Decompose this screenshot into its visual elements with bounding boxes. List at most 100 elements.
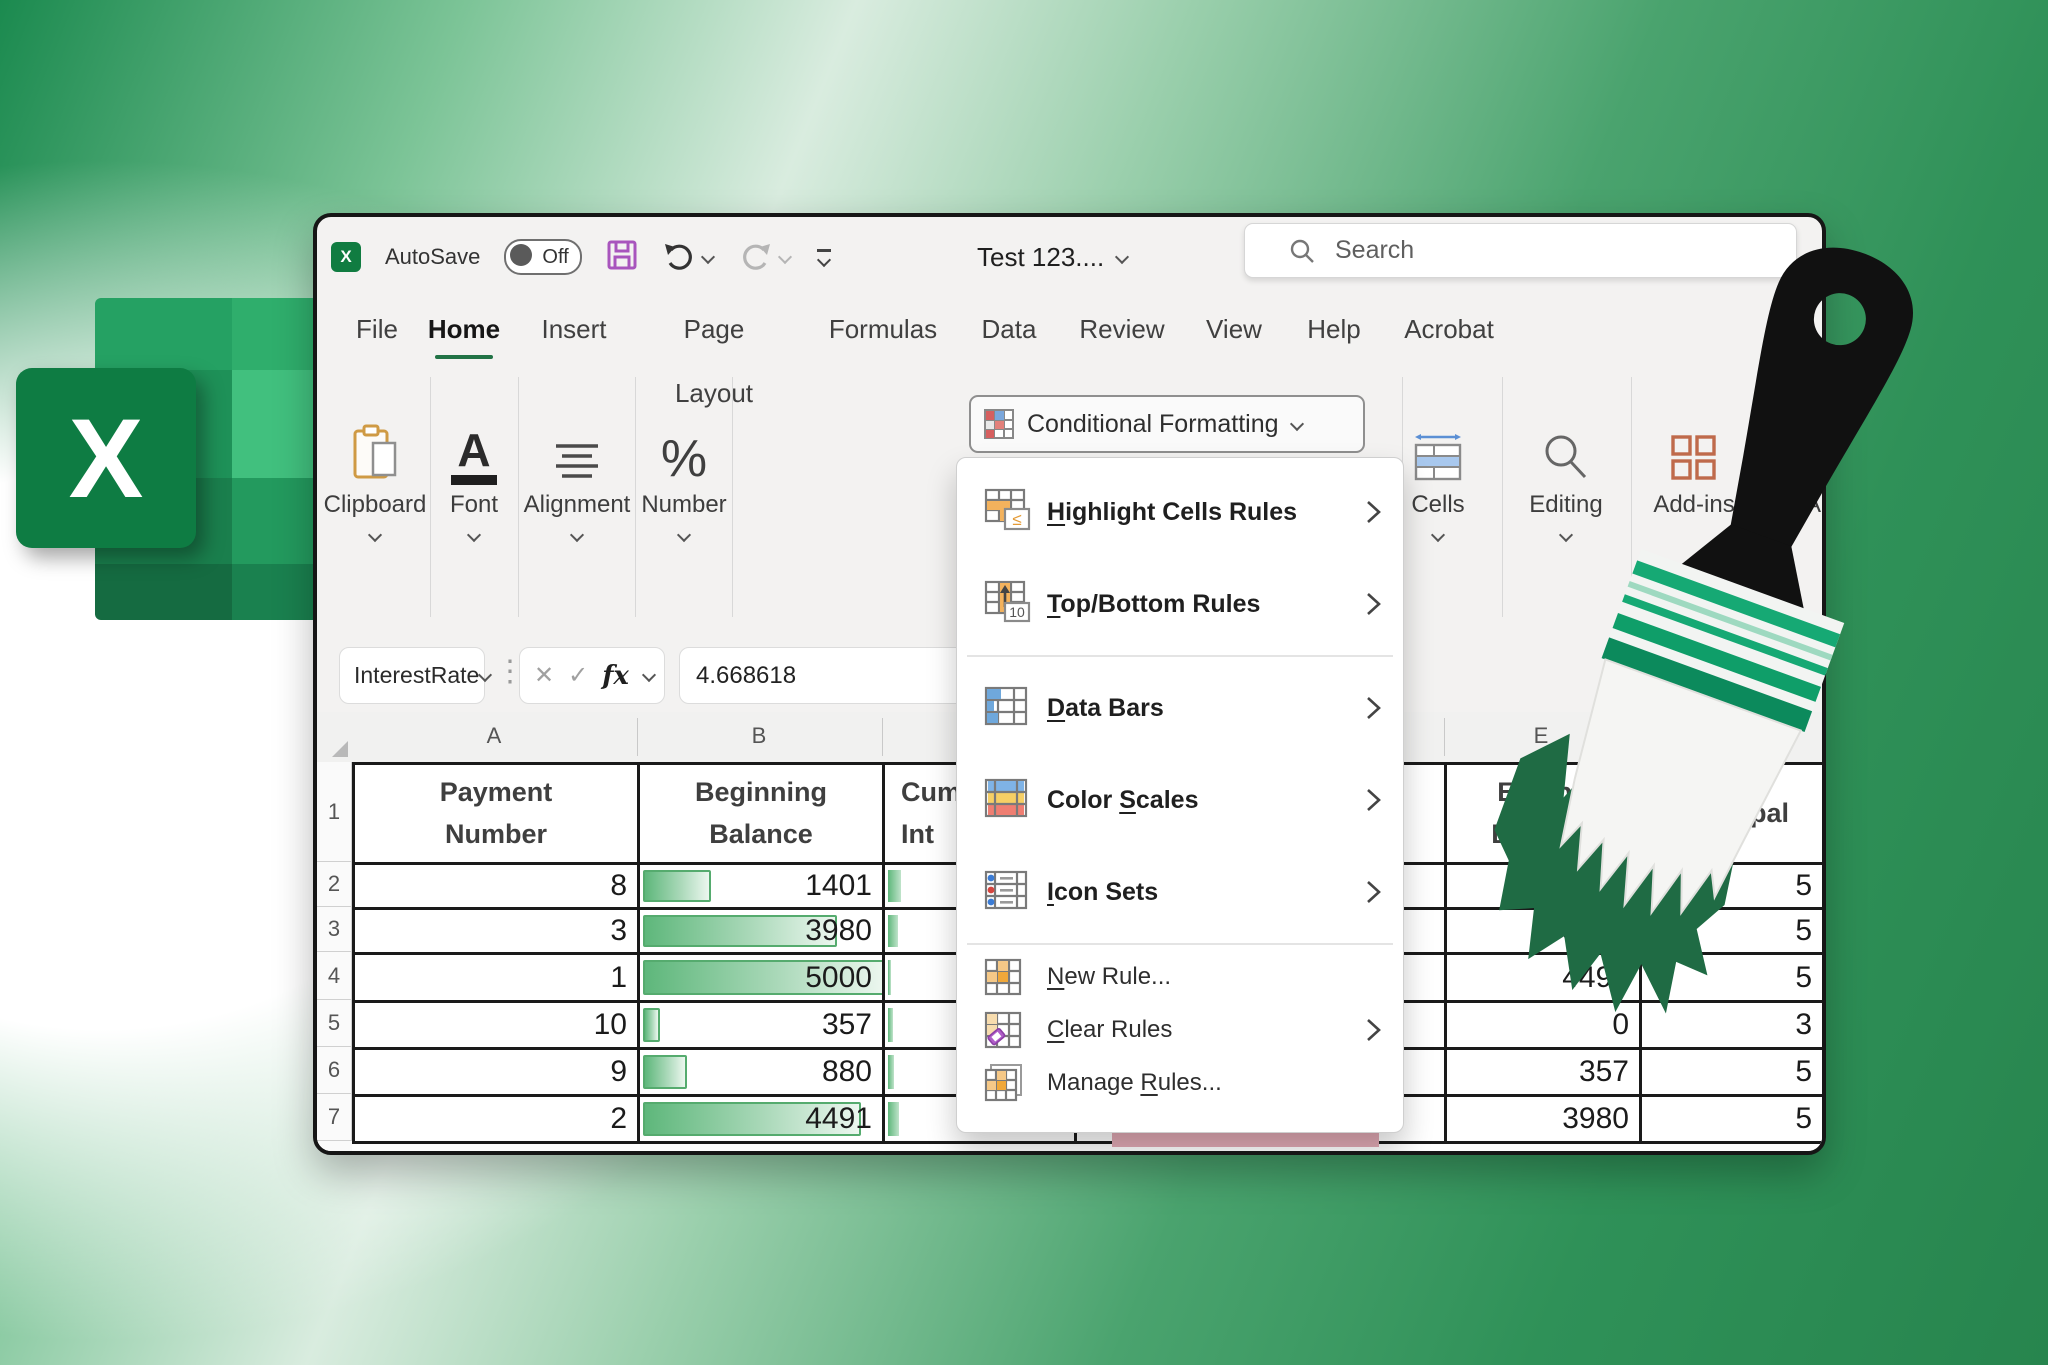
header-line: Payment	[439, 776, 553, 807]
menu-item-new-rule[interactable]: New Rule...	[957, 950, 1403, 1003]
cell-a3[interactable]: 3	[355, 910, 640, 955]
customize-toolbar-icon[interactable]	[816, 249, 834, 265]
column-header-b[interactable]: B	[729, 723, 789, 749]
row-headers: 1 2 3 4 5 6 7	[317, 762, 352, 1151]
redo-button[interactable]	[739, 240, 792, 274]
cells-icon	[1409, 371, 1467, 485]
tab-page-layout[interactable]: Page Layout	[647, 297, 781, 408]
header-line: Number	[444, 818, 547, 849]
menu-item-manage-rules[interactable]: Manage Rules...	[957, 1056, 1403, 1109]
percent-icon: %	[660, 430, 708, 488]
row-header-6[interactable]: 6	[317, 1047, 352, 1094]
submenu-arrow-icon	[1367, 593, 1381, 615]
cell-value: 1401	[805, 869, 872, 902]
tab-file[interactable]: File	[345, 297, 409, 361]
name-box[interactable]: InterestRate	[339, 647, 485, 704]
title-bar: X AutoSave Off Test 123.... Search	[317, 217, 1822, 297]
toggle-knob	[510, 244, 533, 266]
group-font[interactable]: A Font	[434, 371, 514, 546]
fx-chevron-icon	[643, 669, 656, 682]
redo-dropdown-icon[interactable]	[779, 251, 792, 264]
cell-b1[interactable]: Beginning Balance	[640, 765, 885, 865]
save-icon[interactable]	[606, 238, 638, 277]
tab-home[interactable]: Home	[427, 297, 501, 361]
cell-a1[interactable]: Payment Number	[355, 765, 640, 865]
submenu-arrow-icon	[1367, 697, 1381, 719]
ribbon-divider	[518, 377, 519, 617]
font-chevron-icon[interactable]	[468, 529, 481, 542]
cell-b3[interactable]: 3980	[640, 910, 885, 955]
tab-review[interactable]: Review	[1079, 297, 1165, 361]
column-header-a[interactable]: A	[464, 723, 524, 749]
cell-b7[interactable]: 4491	[640, 1097, 885, 1144]
cell-value: 5	[1795, 960, 1812, 994]
cell-b2[interactable]: 1401	[640, 865, 885, 910]
group-label: Alignment	[523, 491, 631, 518]
undo-button[interactable]	[662, 240, 715, 274]
menu-item-label: Data Bars	[1047, 693, 1164, 722]
cells-chevron-icon[interactable]	[1432, 529, 1445, 542]
svg-text:≤: ≤	[1012, 510, 1021, 529]
tab-acrobat[interactable]: Acrobat	[1399, 297, 1499, 361]
conditional-formatting-button[interactable]: Conditional Formatting	[969, 395, 1365, 453]
document-title[interactable]: Test 123....	[977, 217, 1129, 297]
group-clipboard[interactable]: Clipboard	[323, 371, 427, 546]
tab-formulas[interactable]: Formulas	[827, 297, 939, 361]
menu-item-label: Top/Bottom Rules	[1047, 589, 1261, 618]
cell-a4[interactable]: 1	[355, 955, 640, 1003]
group-number[interactable]: % Number	[639, 371, 729, 546]
insert-function-icon[interactable]: fx	[602, 661, 629, 691]
icon-sets-icon	[983, 867, 1047, 917]
cancel-icon[interactable]: ✕	[534, 661, 554, 690]
cell-value: 8	[610, 869, 627, 902]
cell-value: 5000	[805, 960, 872, 994]
enter-icon[interactable]: ✓	[568, 661, 588, 690]
cell-a6[interactable]: 9	[355, 1050, 640, 1097]
menu-item-highlight-cells-rules[interactable]: ≤ Highlight Cells Rules	[957, 466, 1403, 558]
tab-insert[interactable]: Insert	[537, 297, 611, 361]
group-alignment[interactable]: Alignment	[522, 371, 632, 546]
select-all-corner[interactable]	[317, 712, 353, 763]
search-placeholder: Search	[1335, 236, 1415, 264]
row-header-7[interactable]: 7	[317, 1094, 352, 1141]
clipboard-chevron-icon[interactable]	[369, 529, 382, 542]
row-header-3[interactable]: 3	[317, 907, 352, 952]
row-header-5[interactable]: 5	[317, 1000, 352, 1047]
group-label: Clipboard	[323, 491, 427, 518]
row-header-1[interactable]: 1	[317, 762, 352, 862]
row-header-2[interactable]: 2	[317, 862, 352, 907]
menu-item-top-bottom-rules[interactable]: 10 Top/Bottom Rules	[957, 558, 1403, 650]
undo-dropdown-icon[interactable]	[702, 251, 715, 264]
cell-a2[interactable]: 8	[355, 865, 640, 910]
number-chevron-icon[interactable]	[678, 529, 691, 542]
menu-item-icon-sets[interactable]: Icon Sets	[957, 846, 1403, 938]
menu-separator	[967, 943, 1393, 945]
ribbon-divider	[430, 377, 431, 617]
group-cells[interactable]: Cells	[1407, 371, 1469, 546]
cell-a5[interactable]: 10	[355, 1003, 640, 1050]
alignment-chevron-icon[interactable]	[571, 529, 584, 542]
data-bar	[888, 870, 901, 902]
tab-help[interactable]: Help	[1303, 297, 1365, 361]
menu-item-color-scales[interactable]: Color Scales	[957, 754, 1403, 846]
cell-b6[interactable]: 880	[640, 1050, 885, 1097]
ribbon-divider	[1502, 377, 1503, 617]
tab-view[interactable]: View	[1203, 297, 1265, 361]
cell-b4[interactable]: 5000	[640, 955, 885, 1003]
editing-chevron-icon[interactable]	[1560, 529, 1573, 542]
autosave-toggle[interactable]: Off	[504, 239, 583, 275]
cell-b5[interactable]: 357	[640, 1003, 885, 1050]
quick-access-toolbar: X AutoSave Off	[331, 217, 834, 297]
clear-rules-icon	[983, 1010, 1047, 1050]
alignment-icon	[550, 371, 604, 485]
tab-data[interactable]: Data	[977, 297, 1041, 361]
menu-item-clear-rules[interactable]: Clear Rules	[957, 1003, 1403, 1056]
menu-item-label: New Rule...	[1047, 962, 1172, 990]
cell-value: 3980	[805, 914, 872, 947]
cell-a7[interactable]: 2	[355, 1097, 640, 1144]
search-icon	[1290, 239, 1314, 263]
row-header-4[interactable]: 4	[317, 952, 352, 1000]
background: X X AutoSave Off Test 123.... Search Fil…	[0, 0, 2048, 1365]
menu-item-data-bars[interactable]: Data Bars	[957, 662, 1403, 754]
data-bar	[888, 1008, 893, 1042]
